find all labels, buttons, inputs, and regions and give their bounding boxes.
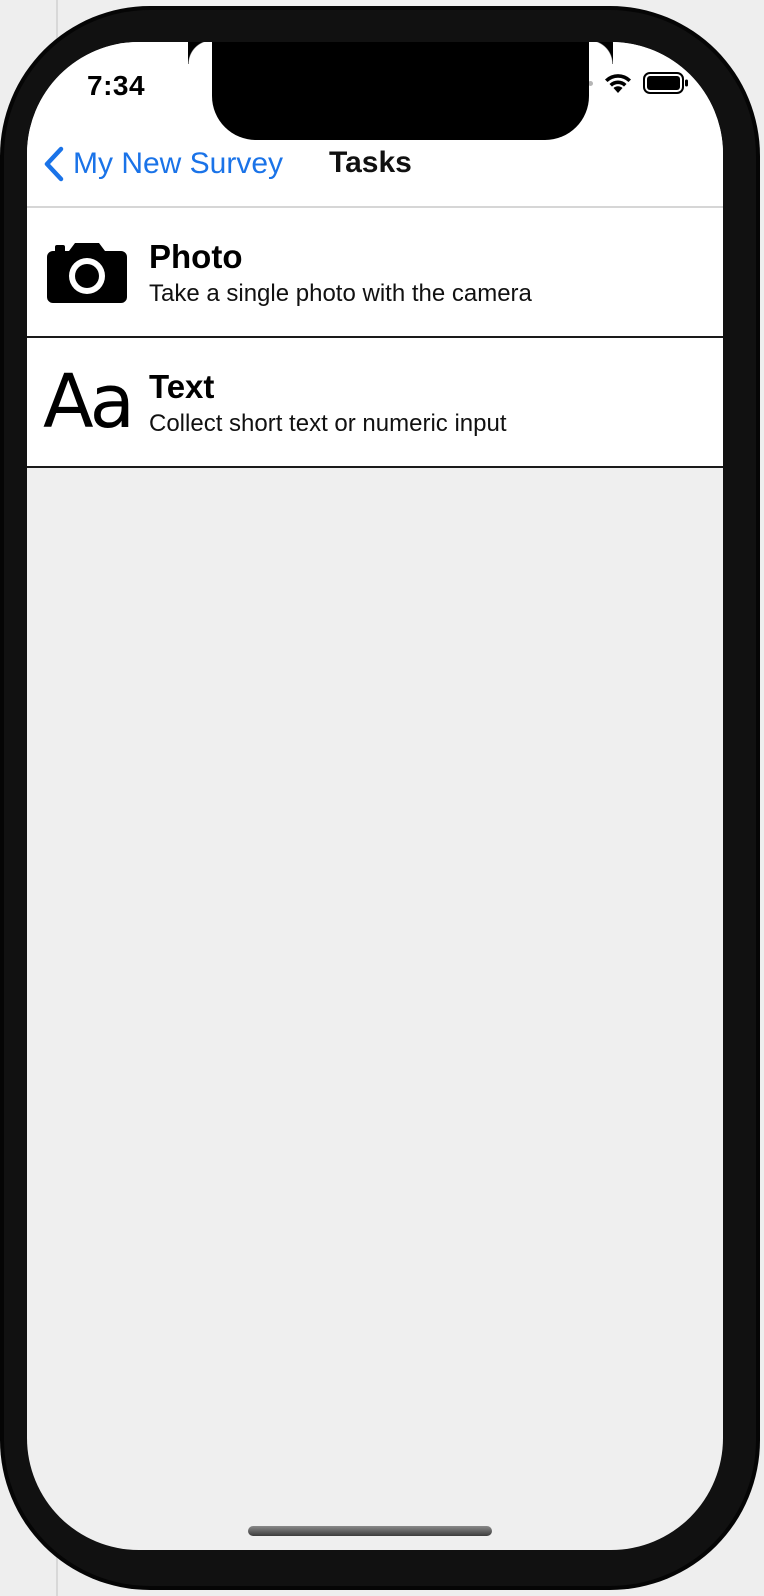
- task-subtitle: Collect short text or numeric input: [149, 410, 507, 437]
- text-format-icon: Aa: [43, 359, 135, 445]
- phone-screen: 7:34 My New Survey Tasks Photo Take a si…: [27, 42, 723, 1550]
- chevron-left-icon: [44, 146, 64, 182]
- text-format-glyph: Aa: [43, 359, 135, 445]
- task-row-photo[interactable]: Photo Take a single photo with the camer…: [27, 208, 723, 338]
- task-title: Text: [149, 368, 215, 405]
- home-indicator[interactable]: [248, 1526, 492, 1536]
- battery-icon: [643, 72, 688, 94]
- camera-icon: [45, 236, 129, 308]
- wifi-icon: [605, 74, 631, 93]
- page-title: Tasks: [329, 146, 412, 179]
- task-title: Photo: [149, 238, 243, 275]
- back-button-label: My New Survey: [73, 147, 284, 180]
- device-notch: [212, 42, 613, 140]
- back-button[interactable]: My New Survey: [41, 142, 283, 186]
- task-subtitle: Take a single photo with the camera: [149, 280, 532, 307]
- task-list: Photo Take a single photo with the camer…: [27, 208, 723, 468]
- task-row-text[interactable]: Aa Text Collect short text or numeric in…: [27, 338, 723, 468]
- status-time: 7:34: [87, 70, 146, 101]
